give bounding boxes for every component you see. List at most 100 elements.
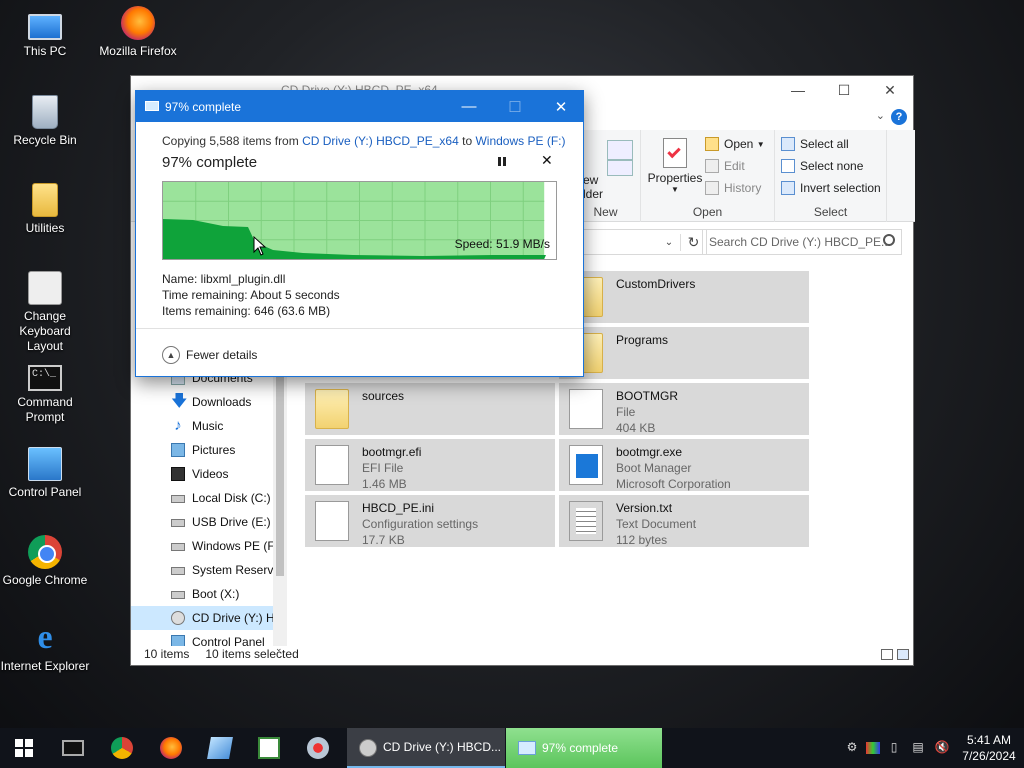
drive-icon bbox=[171, 567, 185, 575]
desktop-icon-firefox[interactable]: Mozilla Firefox bbox=[93, 6, 183, 59]
desktop-icon-label: Control Panel bbox=[8, 485, 82, 499]
file-tile-bootmgr-exe[interactable]: bootmgr.exe Boot Manager Microsoft Corpo… bbox=[559, 439, 809, 491]
file-name: Version.txt bbox=[616, 501, 673, 515]
nav-item-videos[interactable]: Videos bbox=[131, 462, 287, 486]
file-type: Text Document bbox=[616, 517, 697, 531]
item-count: 10 items bbox=[144, 647, 190, 661]
taskbar-pin-spreadsheet[interactable] bbox=[244, 728, 293, 768]
edit-label: Edit bbox=[724, 159, 745, 173]
taskbar-task-explorer[interactable]: CD Drive (Y:) HBCD... bbox=[347, 728, 505, 768]
select-none-button[interactable]: Select none bbox=[781, 159, 863, 173]
desktop-icon-internet-explorer[interactable]: e Internet Explorer bbox=[0, 621, 90, 674]
fewer-details-button[interactable]: ▲ Fewer details bbox=[162, 346, 257, 364]
nav-item-downloads[interactable]: 🡇 Downloads bbox=[131, 390, 287, 414]
desktop-icon-control-panel[interactable]: Control Panel bbox=[0, 447, 90, 500]
close-button[interactable]: ✕ bbox=[867, 76, 913, 104]
copy-to-text: to bbox=[458, 134, 476, 148]
drive-icon bbox=[171, 591, 185, 599]
display-icon[interactable] bbox=[866, 742, 880, 754]
select-all-button[interactable]: Select all bbox=[781, 137, 849, 151]
drive-icon bbox=[171, 495, 185, 503]
nav-item-windows-pe-f[interactable]: Windows PE (F bbox=[131, 534, 287, 558]
file-tile-customdrivers[interactable]: CustomDrivers bbox=[559, 271, 809, 323]
start-button[interactable] bbox=[0, 728, 48, 768]
desktop-icon-command-prompt[interactable]: C:\_ Command Prompt bbox=[0, 359, 90, 425]
destination-link[interactable]: Windows PE (F:) bbox=[475, 134, 565, 148]
nav-item-boot-x[interactable]: Boot (X:) bbox=[131, 582, 287, 606]
keyboard-layout-icon[interactable]: ⚙ bbox=[842, 740, 862, 756]
pause-icon[interactable] bbox=[498, 157, 508, 167]
file-name: bootmgr.efi bbox=[362, 445, 422, 459]
nav-label: Local Disk (C:) bbox=[192, 491, 271, 505]
edit-button[interactable]: Edit bbox=[705, 159, 745, 173]
view-buttons bbox=[881, 649, 909, 660]
chrome-icon bbox=[28, 535, 62, 569]
new-item-button[interactable] bbox=[607, 140, 633, 160]
folder-icon bbox=[315, 389, 349, 429]
nav-label: Windows PE (F bbox=[192, 539, 275, 553]
properties-button[interactable]: Properties ▼ bbox=[647, 138, 703, 194]
search-input[interactable]: Search CD Drive (Y:) HBCD_PE... bbox=[702, 229, 902, 255]
chevron-up-icon: ▲ bbox=[162, 346, 180, 364]
cancel-icon[interactable]: ✕ bbox=[541, 152, 553, 169]
file-tile-sources[interactable]: sources bbox=[305, 383, 555, 435]
file-tile-version-txt[interactable]: Version.txt Text Document 112 bytes bbox=[559, 495, 809, 547]
items-remaining: Items remaining: 646 (63.6 MB) bbox=[162, 304, 331, 318]
disk-icon[interactable]: ▤ bbox=[908, 740, 928, 756]
taskbar-pin-firefox[interactable] bbox=[146, 728, 195, 768]
file-tile-bootmgr[interactable]: BOOTMGR File 404 KB bbox=[559, 383, 809, 435]
new-folder-partial-label-2[interactable]: lder bbox=[583, 187, 603, 201]
transfer-speed-graph: Speed: 51.9 MB/s bbox=[162, 181, 557, 260]
help-icon[interactable]: ? bbox=[891, 109, 907, 125]
file-tile-hbcd-pe-ini[interactable]: HBCD_PE.ini Configuration settings 17.7 … bbox=[305, 495, 555, 547]
file-tile-bootmgr-efi[interactable]: bootmgr.efi EFI File 1.46 MB bbox=[305, 439, 555, 491]
nav-label: USB Drive (E:) bbox=[192, 515, 271, 529]
tool-icon bbox=[306, 737, 329, 759]
taskbar-pin-notepad[interactable] bbox=[195, 728, 244, 768]
history-button[interactable]: History bbox=[705, 181, 761, 195]
nav-item-music[interactable]: ♪ Music bbox=[131, 414, 287, 438]
open-button[interactable]: Open ▼ bbox=[705, 137, 765, 151]
desktop-icon-chrome[interactable]: Google Chrome bbox=[0, 535, 90, 588]
windows-logo-icon bbox=[15, 739, 33, 757]
taskbar-pin-chrome[interactable] bbox=[97, 728, 146, 768]
nav-item-local-disk-c[interactable]: Local Disk (C:) bbox=[131, 486, 287, 510]
maximize-button[interactable]: ☐ bbox=[821, 76, 867, 104]
clock[interactable]: 5:41 AM 7/26/2024 bbox=[954, 732, 1024, 764]
taskbar-pin-tool[interactable] bbox=[293, 728, 342, 768]
selected-count: 10 items selected bbox=[205, 647, 299, 661]
nav-item-system-reserved[interactable]: System Reserve bbox=[131, 558, 287, 582]
file-tile-programs[interactable]: Programs bbox=[559, 327, 809, 379]
nav-scrollbar[interactable]: ⌄ bbox=[273, 366, 287, 653]
invert-selection-button[interactable]: Invert selection bbox=[781, 181, 881, 195]
usb-icon[interactable]: ▯ bbox=[884, 740, 904, 756]
taskbar-task-copy-progress[interactable]: 97% complete bbox=[506, 728, 662, 768]
nav-item-cd-drive-y[interactable]: CD Drive (Y:) H bbox=[131, 606, 287, 630]
desktop-icon-this-pc[interactable]: This PC bbox=[0, 8, 90, 59]
search-icon bbox=[883, 234, 895, 246]
taskbar-pin-cmd[interactable] bbox=[48, 728, 97, 768]
volume-muted-icon[interactable]: 🔇 bbox=[932, 740, 952, 756]
easy-access-button[interactable] bbox=[607, 160, 633, 176]
desktop-icon-recycle-bin[interactable]: Recycle Bin bbox=[0, 95, 90, 148]
nav-item-usb-drive-e[interactable]: USB Drive (E:) bbox=[131, 510, 287, 534]
large-icons-view-icon[interactable] bbox=[897, 649, 909, 660]
nav-item-pictures[interactable]: Pictures bbox=[131, 438, 287, 462]
details-view-icon[interactable] bbox=[881, 649, 893, 660]
ribbon-collapse-chevron-icon[interactable]: ⌄ bbox=[876, 109, 885, 122]
new-folder-partial-label[interactable]: ew bbox=[583, 173, 598, 187]
minimize-button[interactable]: — bbox=[775, 76, 821, 104]
navigation-pane: Documents 🡇 Downloads ♪ Music Pictures Vid… bbox=[131, 366, 287, 646]
folder-icon bbox=[32, 183, 58, 217]
minimize-button[interactable]: — bbox=[446, 91, 492, 122]
desktop-icon-label: Google Chrome bbox=[2, 573, 88, 587]
desktop-icon-change-keyboard-layout[interactable]: Change Keyboard Layout bbox=[0, 271, 90, 354]
scrollbar-thumb[interactable] bbox=[276, 376, 284, 576]
invert-selection-icon bbox=[781, 181, 795, 195]
chevron-down-icon[interactable]: ⌄ bbox=[658, 237, 680, 248]
source-link[interactable]: CD Drive (Y:) HBCD_PE_x64 bbox=[302, 134, 459, 148]
close-button[interactable]: ✕ bbox=[538, 91, 584, 122]
percent-complete: 97% complete bbox=[162, 154, 258, 171]
desktop-icon-utilities[interactable]: Utilities bbox=[0, 183, 90, 236]
keyboard-settings-icon bbox=[28, 271, 62, 305]
